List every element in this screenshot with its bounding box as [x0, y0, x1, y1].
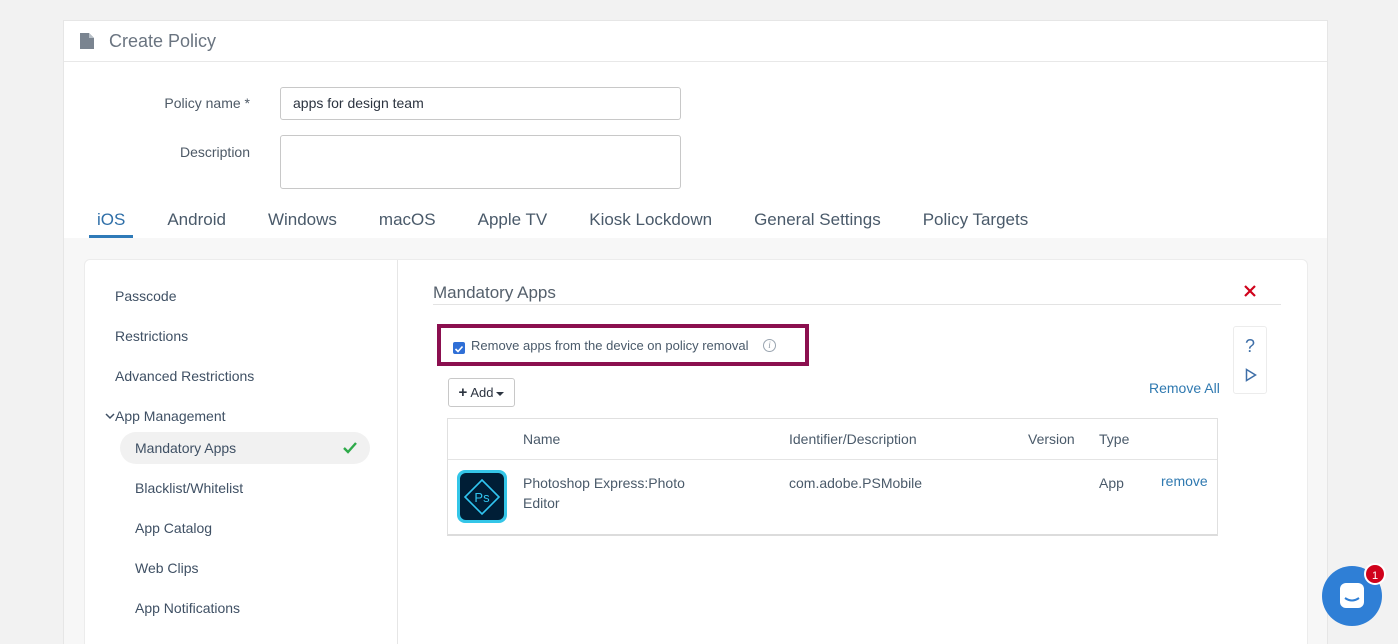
- description-input[interactable]: [280, 135, 681, 189]
- column-header-identifier: Identifier/Description: [789, 431, 917, 447]
- play-icon[interactable]: [1245, 368, 1257, 382]
- tab-macos[interactable]: macOS: [379, 197, 436, 238]
- help-toolbar: ?: [1233, 326, 1267, 394]
- tab-android[interactable]: Android: [167, 197, 226, 238]
- description-row: Description: [64, 144, 250, 160]
- platform-tabs: iOS Android Windows macOS Apple TV Kiosk…: [88, 197, 1070, 238]
- page-title: Create Policy: [109, 30, 217, 51]
- policy-name-row: Policy name *: [64, 95, 250, 111]
- close-icon[interactable]: [1243, 284, 1257, 298]
- app-icon-text: Ps: [474, 490, 490, 505]
- add-app-button[interactable]: + Add: [448, 378, 515, 407]
- column-header-name: Name: [523, 431, 561, 447]
- column-header-version: Version: [1028, 431, 1075, 447]
- tab-policy-targets[interactable]: Policy Targets: [923, 197, 1029, 238]
- info-icon[interactable]: i: [763, 339, 776, 352]
- app-identifier: com.adobe.PSMobile: [789, 475, 923, 491]
- sidebar-item-advanced-restrictions[interactable]: Advanced Restrictions: [115, 368, 254, 384]
- sidebar-item-mandatory-apps[interactable]: Mandatory Apps: [135, 440, 236, 456]
- caret-down-icon: [496, 391, 505, 396]
- remove-all-link[interactable]: Remove All: [1149, 380, 1220, 396]
- sidebar-item-restrictions[interactable]: Restrictions: [115, 328, 188, 344]
- description-label: Description: [179, 144, 250, 160]
- sidebar-item-app-notifications[interactable]: App Notifications: [135, 600, 240, 616]
- app-name: Photoshop Express:Photo Editor: [523, 475, 685, 511]
- policy-name-input[interactable]: apps for design team: [280, 87, 681, 120]
- sidebar-item-app-catalog[interactable]: App Catalog: [135, 520, 212, 536]
- remove-app-link[interactable]: remove: [1161, 473, 1208, 489]
- tab-general-settings[interactable]: General Settings: [754, 197, 881, 238]
- tab-windows[interactable]: Windows: [268, 197, 337, 238]
- tab-ios[interactable]: iOS: [88, 197, 134, 238]
- notification-badge: 1: [1364, 563, 1386, 585]
- sidebar-item-web-clips[interactable]: Web Clips: [135, 560, 199, 576]
- checkmark-icon: [454, 345, 464, 353]
- check-icon: [343, 442, 357, 454]
- help-icon[interactable]: ?: [1245, 336, 1255, 357]
- section-divider: [433, 304, 1281, 305]
- plus-icon: +: [458, 384, 468, 401]
- ps-diamond-icon: Ps: [463, 478, 501, 515]
- create-policy-card: Create Policy Policy name * apps for des…: [63, 20, 1328, 644]
- app-type: App: [1099, 475, 1124, 491]
- apps-table: Name Identifier/Description Version Type…: [447, 418, 1218, 536]
- chevron-down-icon[interactable]: [105, 411, 115, 421]
- settings-panel: Passcode Restrictions Advanced Restricti…: [84, 259, 1308, 644]
- remove-apps-label[interactable]: Remove apps from the device on policy re…: [471, 338, 748, 353]
- photoshop-app-icon: Ps: [457, 470, 507, 523]
- table-header: Name Identifier/Description Version Type: [448, 419, 1217, 460]
- tab-apple-tv[interactable]: Apple TV: [478, 197, 548, 238]
- sidebar-item-app-management[interactable]: App Management: [115, 408, 226, 424]
- policy-name-label: Policy name *: [164, 95, 250, 111]
- sidebar-item-blacklist-whitelist[interactable]: Blacklist/Whitelist: [135, 480, 243, 496]
- tab-kiosk-lockdown[interactable]: Kiosk Lockdown: [589, 197, 712, 238]
- column-header-type: Type: [1099, 431, 1130, 447]
- remove-apps-checkbox[interactable]: [453, 342, 465, 354]
- card-header: Create Policy: [64, 21, 1327, 62]
- remove-apps-option: Remove apps from the device on policy re…: [437, 324, 809, 366]
- add-button-label: Add: [470, 385, 494, 400]
- settings-sidebar: Passcode Restrictions Advanced Restricti…: [85, 260, 398, 644]
- section-title: Mandatory Apps: [433, 283, 556, 302]
- sidebar-item-passcode[interactable]: Passcode: [115, 288, 176, 304]
- document-icon: [80, 33, 94, 49]
